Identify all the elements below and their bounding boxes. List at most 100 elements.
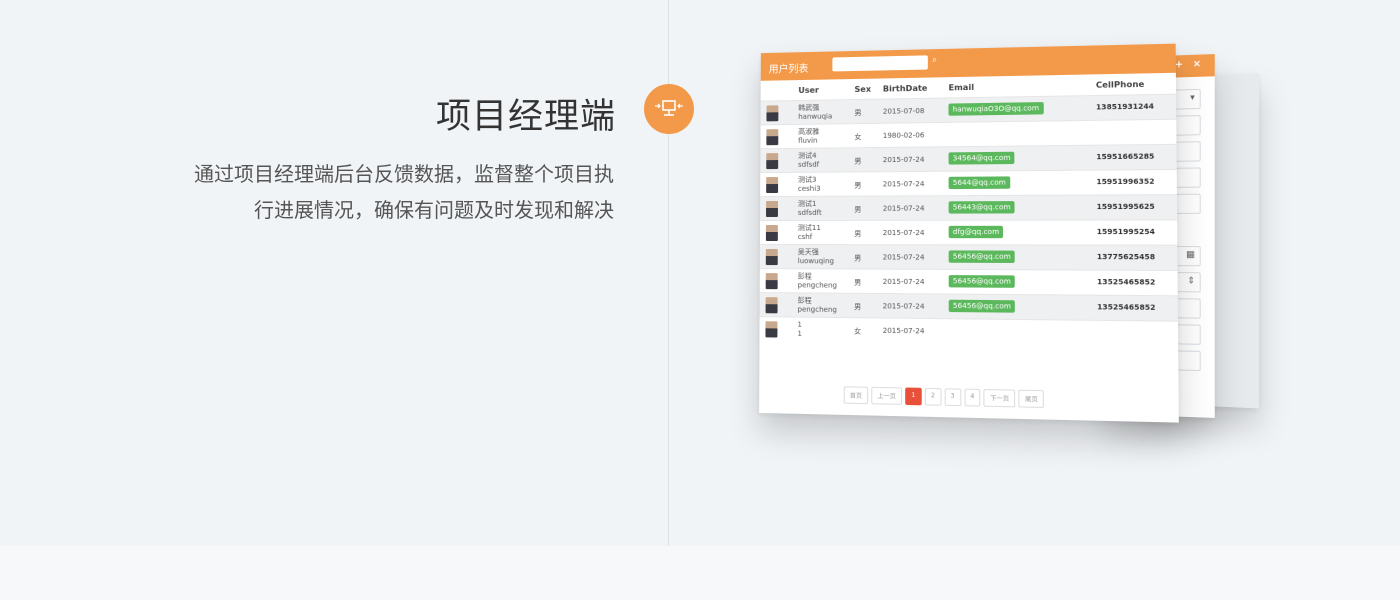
email-badge: 5644@qq.com: [948, 176, 1011, 190]
user-birthdate: 2015-07-24: [882, 180, 925, 189]
user-login: fluvin: [798, 136, 818, 145]
table-row[interactable]: 测试4 sdfsdf 男 2015-07-24 34564@qq.com 15951665…: [760, 143, 1177, 173]
user-sex: 男: [854, 254, 862, 263]
avatar: [766, 153, 779, 170]
user-sex: 女: [854, 133, 862, 142]
user-name: 测试1 sdfsdft: [798, 200, 822, 218]
section-title: 项目经理端: [435, 97, 616, 137]
user-name: 测试4 sdfsdf: [798, 152, 819, 170]
user-login: sdfsdf: [798, 160, 820, 169]
page-button[interactable]: 4: [963, 388, 981, 407]
email-badge: 56443@qq.com: [948, 201, 1015, 214]
monitor-icon: [655, 100, 683, 116]
page-button[interactable]: 3: [944, 388, 961, 407]
user-birthdate: 2015-07-24: [882, 155, 925, 165]
user-display-name: 彭程: [797, 296, 812, 305]
avatar: [766, 200, 778, 218]
user-sex: 女: [854, 327, 862, 336]
chevron-updown-icon: ⇕: [1187, 276, 1195, 287]
user-name: 彭程 pengcheng: [798, 296, 837, 315]
col-sex: Sex: [854, 84, 872, 95]
user-name: 彭程 pengcheng: [798, 272, 837, 290]
avatar: [766, 177, 779, 194]
user-phone: 15951665285: [1096, 152, 1155, 162]
user-login: hanwuqia: [798, 112, 833, 121]
user-birthdate: 2015-07-24: [882, 228, 925, 238]
table-row[interactable]: 测试11 cshf 男 2015-07-24 dfg@qq.com 15951995254: [759, 219, 1178, 245]
user-login: sdfsdft: [797, 208, 822, 217]
page-button[interactable]: 首页: [843, 386, 869, 405]
col-user: User: [798, 85, 819, 96]
user-display-name: 测试1: [797, 199, 817, 208]
description-line-1: 通过项目经理端后台反馈数据，监督整个项目执: [194, 162, 614, 186]
table-body: 韩武强 hanwuqia 男 2015-07-08 hanwuqiaO3O@qq.com…: [759, 93, 1179, 347]
user-birthdate: 2015-07-24: [882, 326, 925, 336]
user-sex: 男: [854, 205, 862, 214]
user-display-name: 测试11: [797, 223, 821, 232]
user-sex: 男: [854, 181, 862, 190]
user-phone: 15951995625: [1096, 202, 1155, 212]
pagination: 首页 上一页 1 2 3 4 下一页 尾页: [843, 386, 1045, 408]
email-badge: 56456@qq.com: [948, 250, 1016, 263]
avatar: [766, 105, 779, 122]
email-badge: dfg@qq.com: [948, 225, 1004, 239]
search-icon[interactable]: ⌕: [932, 55, 937, 65]
user-birthdate: 2015-07-24: [882, 253, 925, 262]
monitor-badge: [644, 84, 694, 134]
user-display-name: 彭程: [797, 272, 812, 281]
page-button[interactable]: 1: [905, 387, 922, 406]
user-login: pengcheng: [797, 305, 837, 314]
search-input[interactable]: [832, 55, 928, 72]
chevron-down-icon: ▾: [1190, 93, 1195, 104]
user-sex: 男: [854, 157, 862, 166]
user-login: 1: [797, 329, 802, 338]
col-birthdate: BirthDate: [882, 83, 928, 94]
page-button[interactable]: 上一页: [871, 386, 903, 405]
user-sex: 男: [854, 302, 862, 312]
avatar: [765, 297, 778, 314]
table-row[interactable]: 彭程 pengcheng 男 2015-07-24 56456@qq.com 135254…: [759, 268, 1178, 296]
user-phone: 15951995254: [1096, 227, 1155, 237]
user-list-title: 用户列表: [768, 63, 809, 76]
user-sex: 男: [854, 108, 862, 118]
page-button[interactable]: 下一页: [983, 389, 1016, 408]
user-display-name: 吴天强: [797, 248, 819, 257]
user-display-name: 高淑雅: [798, 127, 820, 136]
user-birthdate: 2015-07-08: [882, 106, 925, 116]
user-list-window: 用户列表 ⌕ User Sex BirthDate Email CellPhon…: [759, 43, 1179, 423]
col-email: Email: [948, 82, 975, 93]
table-row[interactable]: 测试3 ceshi3 男 2015-07-24 5644@qq.com 159519963…: [760, 168, 1177, 197]
user-name: 11: [797, 321, 802, 339]
ui-mockup-scene: + × ▾ ▦ ⇕ 用户列表 ⌕ User Sex BirthDate Emai…: [740, 30, 1300, 450]
user-sex: 男: [854, 229, 862, 239]
user-name: 测试3 ceshi3: [798, 176, 821, 194]
user-name: 高淑雅 fluvin: [798, 128, 819, 146]
user-display-name: 测试3: [797, 175, 817, 184]
user-login: luowuqing: [797, 257, 835, 266]
user-login: ceshi3: [797, 184, 821, 193]
page-button[interactable]: 尾页: [1018, 389, 1045, 408]
user-birthdate: 2015-07-24: [882, 302, 925, 311]
close-icon[interactable]: ×: [1193, 59, 1201, 70]
email-badge: 34564@qq.com: [948, 151, 1015, 165]
section-description: 通过项目经理端后台反馈数据，监督整个项目执 行进展情况，确保有问题及时发现和解决: [94, 156, 614, 228]
user-display-name: 测试4: [798, 151, 817, 160]
calendar-icon: ▦: [1186, 250, 1195, 261]
user-birthdate: 1980-02-06: [882, 131, 925, 140]
email-badge: 56456@qq.com: [948, 299, 1016, 313]
user-sex: 男: [854, 278, 862, 287]
page-button[interactable]: 2: [924, 387, 942, 406]
user-birthdate: 2015-07-24: [882, 277, 925, 287]
email-badge: hanwuqiaO3O@qq.com: [948, 102, 1044, 116]
avatar: [765, 249, 778, 266]
user-phone: 13525465852: [1097, 303, 1156, 312]
avatar: [765, 273, 778, 290]
table-row[interactable]: 测试1 sdfsdft 男 2015-07-24 56443@qq.com 1595199…: [760, 194, 1178, 221]
avatar: [766, 129, 779, 146]
description-line-2: 行进展情况，确保有问题及时发现和解决: [254, 198, 614, 222]
table-row[interactable]: 吴天强 luowuqing 男 2015-07-24 56456@qq.com 13775…: [759, 243, 1178, 270]
user-birthdate: 2015-07-24: [882, 204, 925, 213]
user-display-name: 1: [797, 320, 802, 329]
add-icon[interactable]: +: [1175, 59, 1183, 70]
table-row[interactable]: 1 1 女 2015-07-24: [759, 316, 1179, 347]
